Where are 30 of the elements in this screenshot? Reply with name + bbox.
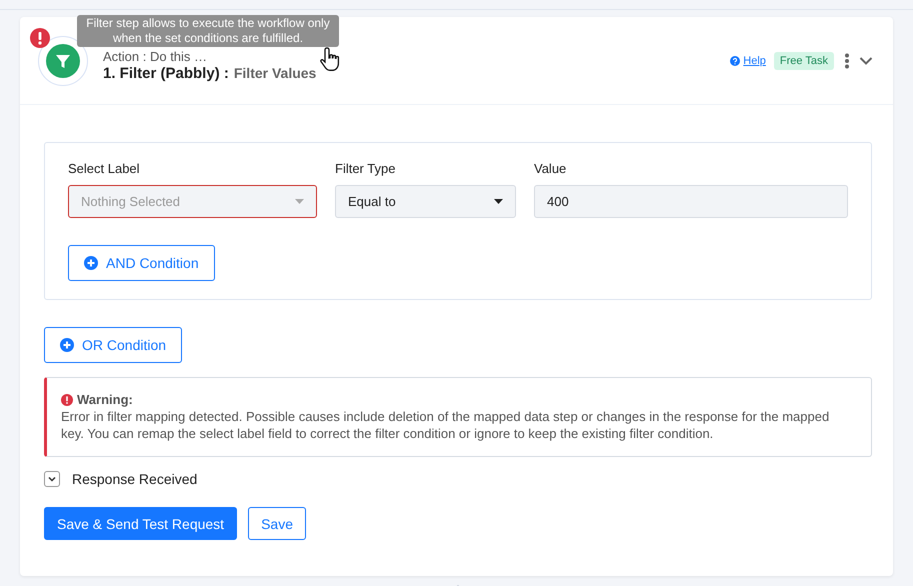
step-subtitle: Action : Do this … [103,49,208,65]
warning-message: Error in filter mapping detected. Possible causes include deletion of the mapped data step or changes in the response for the mapped key. You can remap the select label field to correct the filter condition or ignore to keep the existing filter condition. [61,408,830,442]
field-label: Value [534,161,568,176]
field-label: Select Label [68,161,141,176]
send-test-button[interactable]: Save & Send Test Request [44,507,238,540]
chevron-icon[interactable] [859,56,873,66]
and-condition-button[interactable]: AND Condition [68,245,215,281]
plus-icon [60,338,74,352]
filter-icon [46,44,80,78]
or-condition-button[interactable]: OR Condition [44,327,182,363]
plus-icon [84,256,98,270]
help-icon[interactable] [730,56,740,66]
expand-toggle[interactable] [44,471,60,487]
chevron-icon [48,476,56,482]
save-button[interactable]: Save [248,507,306,540]
step-title: 1. Filter (Pabbly) : [103,65,229,82]
error-icon [61,394,73,406]
warning-title: Warning: [77,392,133,407]
step-event: Filter Values [234,65,316,81]
caret-icon [295,199,304,204]
help-link[interactable]: Help [730,54,766,66]
tooltip: Filter step allows to execute the workflow only when the set conditions are fulfilled. [77,15,339,47]
select-field[interactable]: Equal to [335,185,516,218]
free-task-badge: Free Task [774,52,834,70]
select-field[interactable]: Nothing Selected [68,185,317,218]
field-label: Filter Type [335,161,396,176]
more-icon[interactable] [844,52,850,68]
caret-icon [494,199,503,204]
input-field[interactable]: 400 [534,185,848,218]
response-label: Response Received [72,471,198,487]
